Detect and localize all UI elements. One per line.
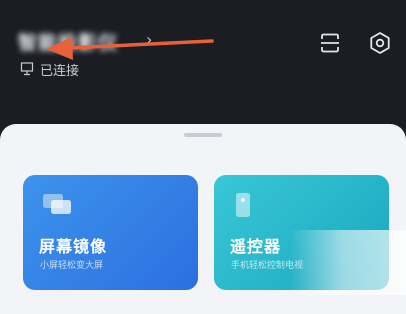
screen-mirror-icon [43, 194, 71, 214]
monitor-icon [20, 62, 34, 76]
remote-control-subtitle: 手机轻松控制电视 [231, 261, 304, 271]
scan-icon[interactable] [318, 31, 342, 55]
remote-control-icon [236, 193, 250, 217]
remote-control-card[interactable]: 遥控器 手机轻松控制电视 [214, 175, 389, 290]
settings-icon[interactable] [367, 30, 393, 56]
top-header: 智能投影仪 › 已连接 [0, 0, 406, 125]
screen-mirror-title: 屏幕镜像 [39, 237, 108, 256]
remote-control-title: 遥控器 [230, 237, 282, 256]
connection-status-label: 已连接 [40, 63, 80, 79]
chevron-right-icon[interactable]: › [146, 30, 152, 49]
device-name[interactable]: 智能投影仪 [18, 28, 118, 55]
screen-mirror-card[interactable]: 屏幕镜像 小屏轻松变大屏 [23, 175, 198, 290]
connection-status: 已连接 [20, 60, 80, 79]
bottom-sheet: 屏幕镜像 小屏轻松变大屏 遥控器 手机轻松控制电视 [0, 124, 406, 314]
screen-mirror-subtitle: 小屏轻松变大屏 [40, 261, 104, 271]
drag-handle[interactable] [184, 133, 222, 137]
